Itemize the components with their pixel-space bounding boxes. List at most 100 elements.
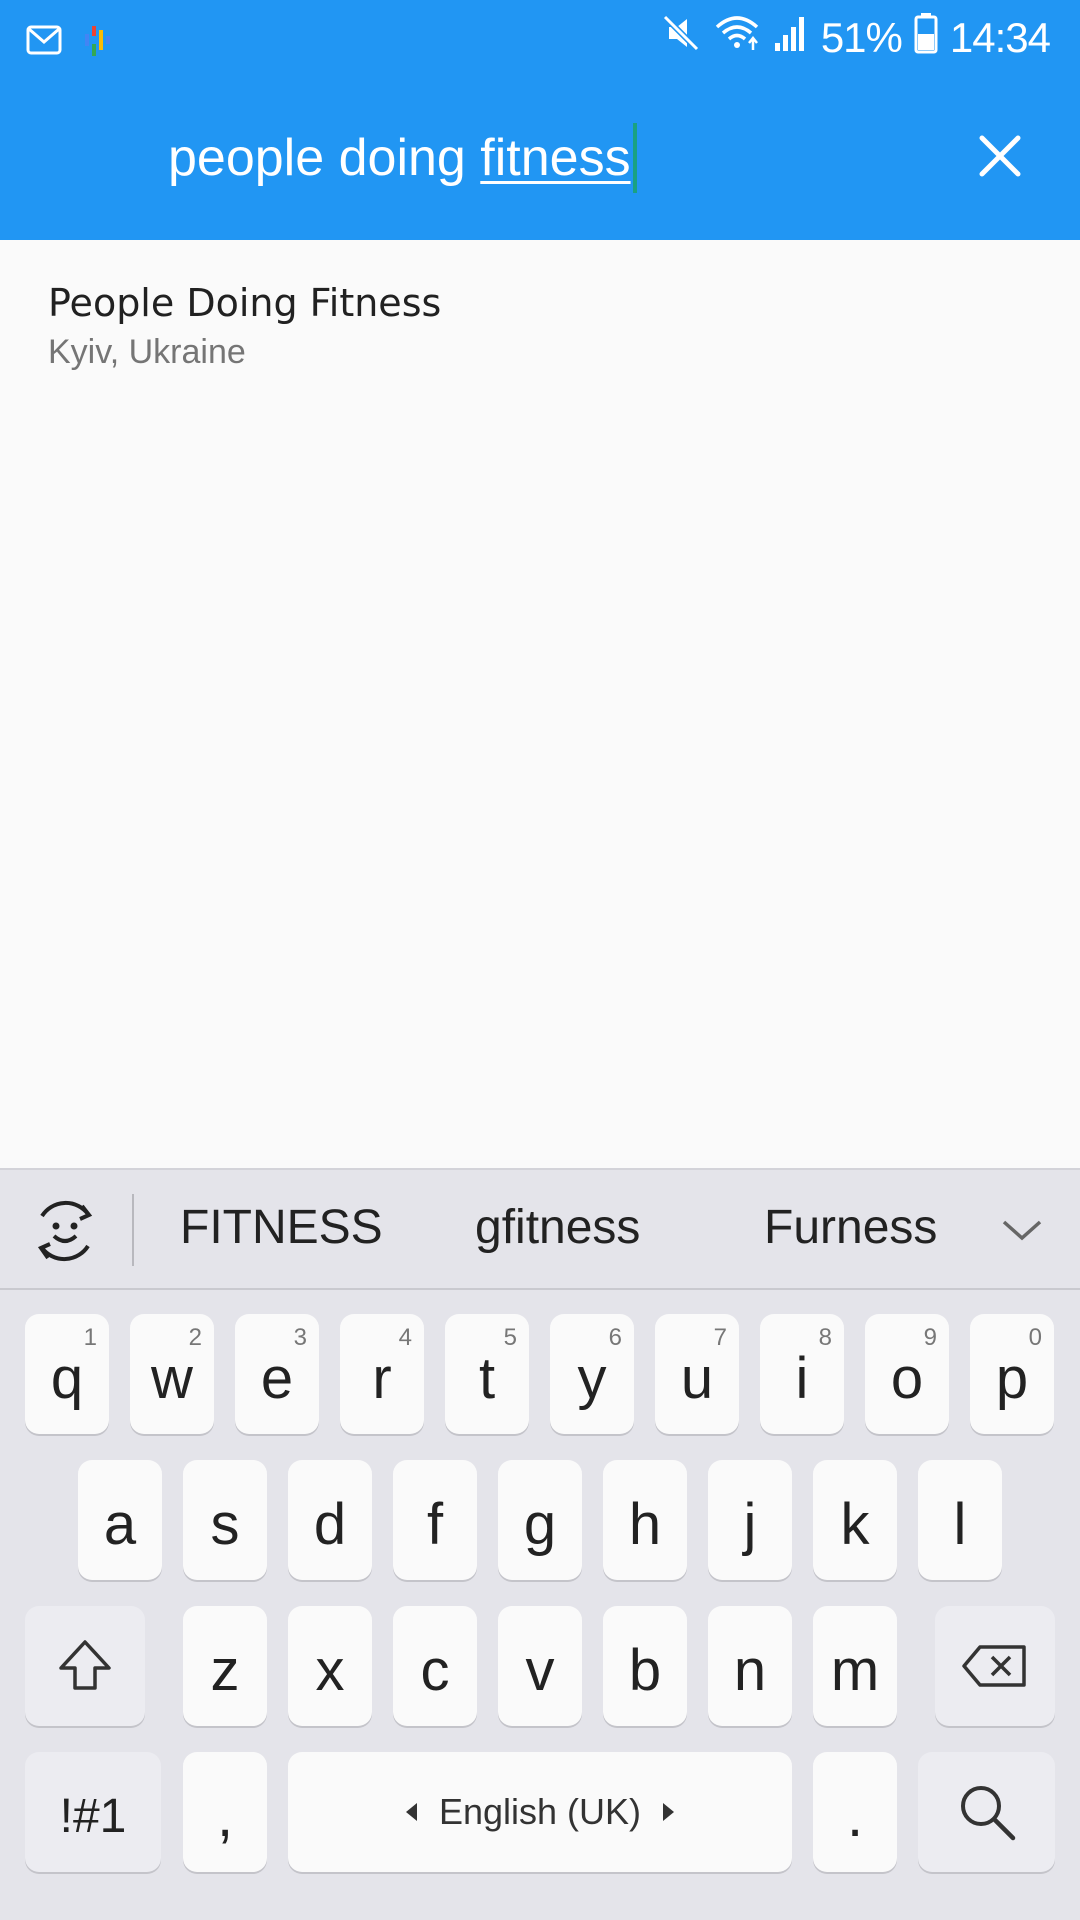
key-hint: 8 — [818, 1324, 832, 1351]
signal-icon — [773, 13, 809, 63]
key-label: . — [846, 1783, 864, 1849]
key-d[interactable]: d — [288, 1460, 372, 1580]
key-s[interactable]: s — [183, 1460, 267, 1580]
key-b[interactable]: b — [603, 1606, 687, 1726]
key-e[interactable]: 3e — [235, 1314, 319, 1434]
key-h[interactable]: h — [603, 1460, 687, 1580]
key-z[interactable]: z — [183, 1606, 267, 1726]
suggestion-strip: FITNESS gfitness Furness — [0, 1168, 1080, 1290]
suggestion-2[interactable]: gfitness — [475, 1200, 640, 1255]
key-t[interactable]: 5t — [445, 1314, 529, 1434]
search-input[interactable]: people doing fitness — [168, 118, 637, 198]
backspace-key[interactable] — [935, 1606, 1055, 1726]
key-k[interactable]: k — [813, 1460, 897, 1580]
key-n[interactable]: n — [708, 1606, 792, 1726]
podcast-icon — [82, 20, 112, 65]
key-q[interactable]: 1q — [25, 1314, 109, 1434]
battery-percent: 51% — [820, 14, 903, 61]
key-label: !#1 — [59, 1789, 127, 1843]
search-app-bar: people doing fitness — [0, 76, 1080, 240]
key-hint: 4 — [398, 1324, 412, 1351]
key-r[interactable]: 4r — [340, 1314, 424, 1434]
key-label: j — [743, 1491, 757, 1557]
key-hint: 3 — [293, 1324, 307, 1351]
search-query[interactable]: people doing fitness — [168, 128, 631, 188]
key-label: a — [103, 1491, 137, 1557]
search-key[interactable] — [918, 1752, 1055, 1872]
key-label: r — [372, 1345, 392, 1411]
symbols-key[interactable]: !#1 — [25, 1752, 161, 1872]
key-label: v — [525, 1637, 555, 1703]
key-label: i — [795, 1345, 809, 1411]
key-label: l — [953, 1491, 967, 1557]
key-label: t — [478, 1345, 496, 1411]
period-key[interactable]: . — [813, 1752, 897, 1872]
search-results-list: People Doing Fitness Kyiv, Ukraine — [0, 240, 1080, 1168]
key-label: w — [151, 1345, 193, 1411]
suggestion-divider — [132, 1194, 134, 1266]
emoji-toggle-icon[interactable] — [30, 1196, 100, 1266]
space-key-label: English (UK) — [438, 1791, 642, 1832]
key-hint: 1 — [83, 1324, 97, 1351]
status-bar: 51% 14:34 — [0, 0, 1080, 76]
key-g[interactable]: g — [498, 1460, 582, 1580]
language-right-icon — [663, 1803, 675, 1821]
clear-search-button[interactable] — [964, 120, 1036, 192]
suggestion-3[interactable]: Furness — [764, 1200, 937, 1255]
key-hint: 2 — [188, 1324, 202, 1351]
key-hint: 5 — [503, 1324, 517, 1351]
key-label: q — [50, 1345, 84, 1411]
space-key[interactable]: English (UK) — [288, 1752, 792, 1872]
key-w[interactable]: 2w — [130, 1314, 214, 1434]
list-item[interactable]: People Doing Fitness Kyiv, Ukraine — [48, 280, 1028, 380]
key-m[interactable]: m — [813, 1606, 897, 1726]
search-icon — [960, 1786, 1015, 1841]
key-l[interactable]: l — [918, 1460, 1002, 1580]
search-query-composing: fitness — [480, 129, 631, 187]
key-f[interactable]: f — [393, 1460, 477, 1580]
key-label: s — [210, 1491, 240, 1557]
language-left-icon — [405, 1803, 417, 1821]
backspace-icon — [962, 1645, 1026, 1687]
comma-key[interactable]: , — [183, 1752, 267, 1872]
key-a[interactable]: a — [78, 1460, 162, 1580]
key-hint: 7 — [713, 1324, 727, 1351]
key-label: f — [426, 1491, 444, 1557]
key-label: z — [210, 1637, 240, 1703]
key-label: y — [577, 1345, 607, 1411]
shift-icon — [59, 1640, 111, 1690]
notification-icons — [26, 20, 112, 65]
wifi-icon — [713, 13, 761, 63]
key-i[interactable]: 8i — [760, 1314, 844, 1434]
key-v[interactable]: v — [498, 1606, 582, 1726]
key-label: m — [830, 1637, 880, 1703]
key-o[interactable]: 9o — [865, 1314, 949, 1434]
key-label: e — [260, 1345, 294, 1411]
key-j[interactable]: j — [708, 1460, 792, 1580]
result-subtitle: Kyiv, Ukraine — [48, 333, 246, 371]
search-query-prefix: people doing — [168, 129, 481, 187]
shift-key[interactable] — [25, 1606, 145, 1726]
key-label: c — [420, 1637, 450, 1703]
key-label: h — [628, 1491, 662, 1557]
key-hint: 0 — [1028, 1324, 1042, 1351]
key-label: g — [523, 1491, 557, 1557]
key-p[interactable]: 0p — [970, 1314, 1054, 1434]
system-status: 51% 14:34 — [661, 12, 1051, 64]
suggestion-1[interactable]: FITNESS — [180, 1200, 383, 1255]
close-icon — [979, 135, 1021, 177]
key-label: d — [313, 1491, 347, 1557]
result-title: People Doing Fitness — [48, 281, 442, 325]
key-u[interactable]: 7u — [655, 1314, 739, 1434]
key-x[interactable]: x — [288, 1606, 372, 1726]
key-y[interactable]: 6y — [550, 1314, 634, 1434]
key-label: k — [840, 1491, 870, 1557]
chevron-down-icon[interactable] — [994, 1202, 1050, 1258]
key-label: b — [628, 1637, 662, 1703]
clock: 14:34 — [949, 14, 1051, 61]
key-label: u — [680, 1345, 714, 1411]
key-label: n — [733, 1637, 767, 1703]
key-c[interactable]: c — [393, 1606, 477, 1726]
mute-icon — [661, 13, 701, 63]
text-cursor — [632, 123, 637, 193]
